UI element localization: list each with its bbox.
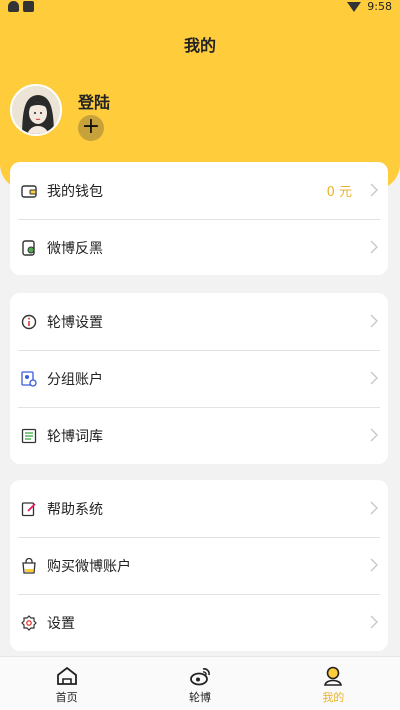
menu-item-label: 轮博词库 [47, 428, 103, 445]
menu-item-label: 轮博设置 [47, 314, 103, 331]
menu-item-settings[interactable]: 设置 [10, 594, 388, 651]
menu-item-wallet[interactable]: 我的钱包 0 元 [10, 162, 388, 219]
add-account-button[interactable]: + [78, 115, 104, 141]
info-icon [20, 313, 38, 331]
chevron-right-icon [370, 615, 378, 629]
tools-card: 轮博设置 分组账户 轮博词库 [10, 293, 388, 464]
bottom-tab-bar: 首页 轮博 我的 [0, 656, 400, 710]
home-icon [56, 666, 77, 685]
menu-item-group-accounts[interactable]: 分组账户 [10, 350, 388, 407]
menu-item-anti-black[interactable]: 微博反黑 [10, 219, 388, 276]
profile-icon [324, 666, 343, 686]
menu-item-help[interactable]: 帮助系统 [10, 480, 388, 537]
wallet-icon [20, 182, 38, 200]
notification-icon [8, 1, 19, 12]
menu-item-word-library[interactable]: 轮博词库 [10, 407, 388, 464]
chevron-right-icon [370, 428, 378, 442]
word-list-icon [20, 427, 38, 445]
chevron-right-icon [370, 501, 378, 515]
wallet-balance: 0 元 [326, 185, 352, 200]
menu-item-label: 帮助系统 [47, 501, 103, 518]
storage-icon [23, 1, 34, 12]
menu-item-label: 微博反黑 [47, 240, 103, 257]
more-card: 帮助系统 购买微博账户 设置 [10, 480, 388, 651]
wallet-card: 我的钱包 0 元 微博反黑 [10, 162, 388, 275]
edit-note-icon [20, 500, 38, 518]
tab-home[interactable]: 首页 [0, 657, 133, 710]
shopping-bag-icon [20, 557, 38, 575]
user-group-icon [20, 370, 38, 388]
menu-item-label: 我的钱包 [47, 183, 103, 200]
status-bar: 9:58 [0, 0, 400, 14]
login-link[interactable]: 登陆 [78, 89, 110, 113]
menu-item-label: 设置 [47, 615, 75, 632]
gear-icon [20, 614, 38, 632]
tab-profile[interactable]: 我的 [267, 657, 400, 710]
page-title: 我的 [183, 36, 216, 55]
menu-item-label: 购买微博账户 [47, 558, 131, 575]
chevron-right-icon [370, 314, 378, 328]
chevron-right-icon [370, 183, 378, 197]
tab-label: 首页 [55, 691, 78, 704]
tab-weibo[interactable]: 轮博 [133, 657, 266, 710]
shield-icon [20, 239, 38, 257]
weibo-icon [190, 668, 210, 686]
tab-label: 轮博 [188, 691, 211, 704]
menu-item-buy-accounts[interactable]: 购买微博账户 [10, 537, 388, 594]
chevron-right-icon [370, 558, 378, 572]
status-time: 9:58 [367, 0, 392, 13]
menu-item-rotation-settings[interactable]: 轮博设置 [10, 293, 388, 350]
wifi-icon [347, 1, 362, 12]
menu-item-label: 分组账户 [47, 371, 103, 388]
chevron-right-icon [370, 240, 378, 254]
avatar[interactable] [10, 84, 62, 136]
tab-label: 我的 [322, 691, 345, 704]
chevron-right-icon [370, 371, 378, 385]
